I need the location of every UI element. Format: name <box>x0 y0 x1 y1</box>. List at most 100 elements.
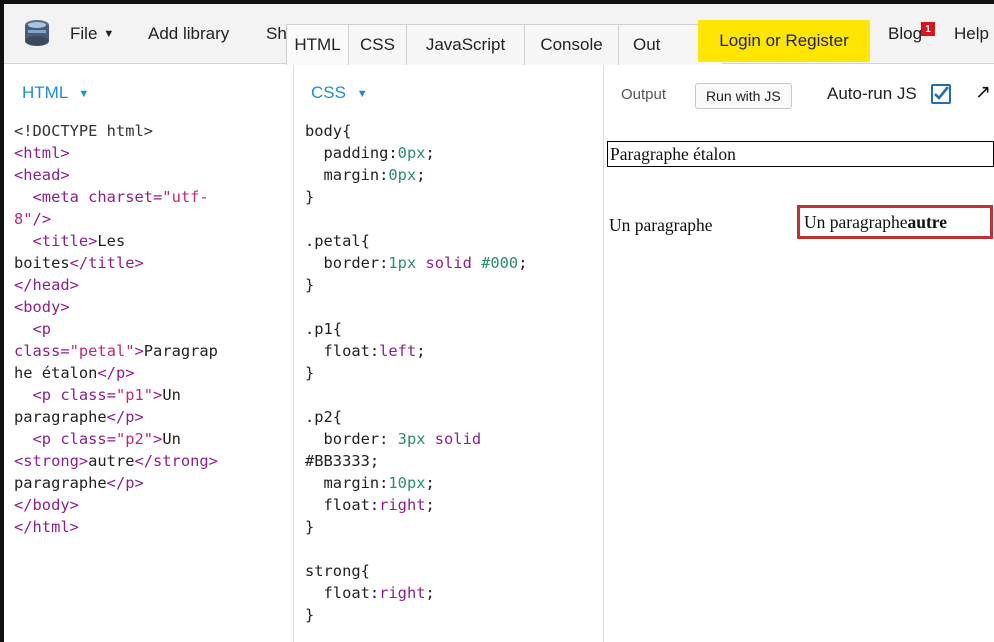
code-line[interactable]: .p1{ <box>305 318 599 340</box>
code-token: margin: <box>305 166 389 184</box>
code-line[interactable]: class="petal">Paragrap <box>14 340 289 362</box>
code-line[interactable]: paragraphe</p> <box>14 472 289 494</box>
code-line[interactable]: boites</title> <box>14 252 289 274</box>
code-token: Les <box>97 232 126 250</box>
app-logo-icon[interactable] <box>24 18 50 48</box>
code-line[interactable]: strong{ <box>305 560 599 582</box>
checkmark-icon <box>934 86 950 100</box>
code-line[interactable]: <p class="p1">Un <box>14 384 289 406</box>
css-pane-title-label: CSS <box>311 83 346 102</box>
p2-strong-text: autre <box>907 212 948 232</box>
tab-javascript[interactable]: JavaScript <box>406 25 524 65</box>
code-line[interactable]: float:right; <box>305 494 599 516</box>
code-line[interactable]: <strong>autre</strong> <box>14 450 289 472</box>
code-line[interactable]: paragraphe</p> <box>14 406 289 428</box>
login-register-button[interactable]: Login or Register <box>698 20 870 62</box>
code-token: 3px <box>397 430 426 448</box>
code-token: ; <box>425 144 435 162</box>
html-pane-title-label: HTML <box>22 83 68 102</box>
code-line[interactable]: border: 3px solid <box>305 428 599 450</box>
tab-css[interactable]: CSS <box>348 25 406 65</box>
petal-paragraph: Paragraphe étalon <box>607 141 994 167</box>
code-line[interactable]: </html> <box>14 516 289 538</box>
code-line[interactable] <box>305 296 599 318</box>
code-token: class <box>60 430 107 448</box>
code-line[interactable]: } <box>305 186 599 208</box>
html-pane-title[interactable]: HTML ▼ <box>22 83 89 103</box>
code-token: = <box>106 430 116 448</box>
code-line[interactable]: body{ <box>305 120 599 142</box>
code-token: = <box>60 342 70 360</box>
code-token: "p2" <box>115 430 154 448</box>
code-token: </p> <box>106 408 144 426</box>
code-line[interactable]: float:left; <box>305 340 599 362</box>
code-line[interactable]: margin:0px; <box>305 164 599 186</box>
code-token: } <box>305 606 315 624</box>
add-library-button[interactable]: Add library <box>148 4 229 64</box>
code-line[interactable]: <html> <box>14 142 289 164</box>
blog-link[interactable]: Blog <box>888 4 922 64</box>
css-code-editor[interactable]: body{ padding:0px; margin:0px;} .petal{ b… <box>305 120 599 626</box>
code-line[interactable]: .petal{ <box>305 230 599 252</box>
code-line[interactable]: border:1px solid #000; <box>305 252 599 274</box>
code-line[interactable]: } <box>305 362 599 384</box>
code-line[interactable]: margin:10px; <box>305 472 599 494</box>
code-token: ; <box>416 342 426 360</box>
p2-text: Un paragraphe <box>804 212 908 232</box>
css-editor-pane[interactable]: CSS ▼ body{ padding:0px; margin:0px;} .pe… <box>295 65 604 642</box>
code-line[interactable] <box>305 208 599 230</box>
caret-down-icon: ▼ <box>103 28 115 40</box>
code-token: <!DOCTYPE html> <box>14 122 153 140</box>
tab-html[interactable]: HTML <box>286 25 348 65</box>
code-line[interactable]: <head> <box>14 164 289 186</box>
code-token: class <box>14 342 61 360</box>
html-editor-pane[interactable]: HTML ▼ <!DOCTYPE html> <html> <head> <meta… <box>4 65 294 642</box>
code-line[interactable]: <p class="p2">Un <box>14 428 289 450</box>
help-link[interactable]: Help <box>954 4 989 64</box>
code-token: = <box>153 188 163 206</box>
code-line[interactable]: he étalon</p> <box>14 362 289 384</box>
code-token: 0px <box>397 144 426 162</box>
code-line[interactable]: float:right; <box>305 582 599 604</box>
code-line[interactable] <box>305 538 599 560</box>
autorun-checkbox[interactable] <box>931 84 951 104</box>
run-with-js-button[interactable]: Run with JS <box>695 83 792 109</box>
file-menu[interactable]: File ▼ <box>70 4 114 64</box>
code-line[interactable]: } <box>305 604 599 626</box>
code-token: <p <box>14 386 61 404</box>
code-line[interactable]: </head> <box>14 274 289 296</box>
code-line[interactable]: <body> <box>14 296 289 318</box>
code-line[interactable]: <meta charset="utf- <box>14 186 289 208</box>
html-code-editor[interactable]: <!DOCTYPE html> <html> <head> <meta charse… <box>14 120 289 538</box>
code-line[interactable]: <!DOCTYPE html> <box>14 120 289 142</box>
code-line[interactable]: } <box>305 274 599 296</box>
top-toolbar: File ▼ Add library Share HTML CSS JavaSc… <box>4 4 994 65</box>
output-label: Output <box>621 86 667 103</box>
code-token: #000 <box>481 254 519 272</box>
code-line[interactable]: #BB3333; <box>305 450 599 472</box>
tab-console[interactable]: Console <box>524 25 618 65</box>
code-token: paragraphe <box>14 474 107 492</box>
code-line[interactable]: <p <box>14 318 289 340</box>
css-pane-title[interactable]: CSS ▼ <box>311 83 368 103</box>
popout-arrow-icon[interactable]: ↗ <box>975 81 991 104</box>
code-line[interactable]: .p2{ <box>305 406 599 428</box>
caret-down-icon: ▼ <box>78 87 90 100</box>
code-token: 8" <box>14 210 33 228</box>
code-line[interactable]: 8"/> <box>14 208 289 230</box>
code-token: solid <box>434 430 482 448</box>
code-line[interactable] <box>305 384 599 406</box>
code-token: paragraphe <box>14 408 107 426</box>
code-token: </body> <box>14 496 79 514</box>
code-line[interactable]: padding:0px; <box>305 142 599 164</box>
code-token: float: <box>305 584 380 602</box>
code-token: } <box>305 518 315 536</box>
code-line[interactable]: <title>Les <box>14 230 289 252</box>
code-line[interactable]: </body> <box>14 494 289 516</box>
code-line[interactable]: } <box>305 516 599 538</box>
code-token: > <box>153 430 163 448</box>
code-token: #BB3333 <box>305 452 370 470</box>
code-token: 1px <box>388 254 417 272</box>
